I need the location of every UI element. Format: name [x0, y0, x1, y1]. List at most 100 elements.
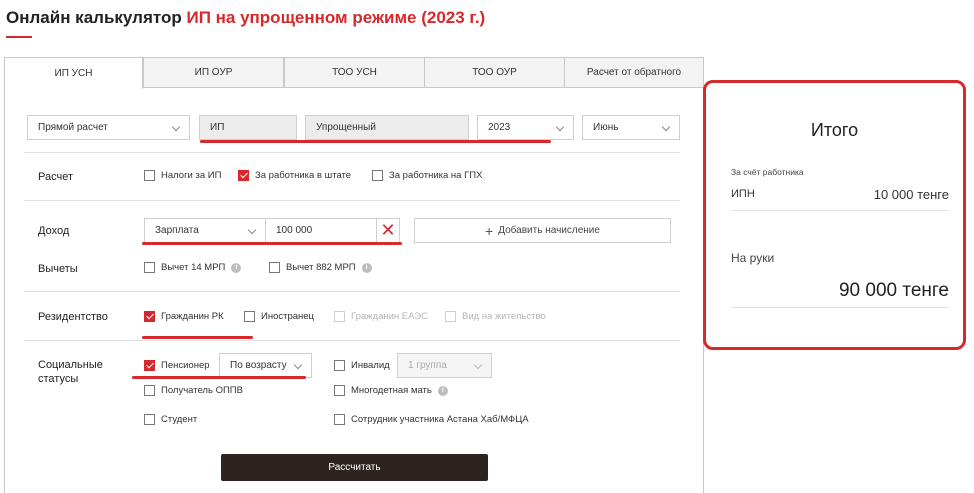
checkbox-oppv-recipient[interactable]: Получатель ОППВ — [144, 385, 243, 396]
year-value: 2023 — [488, 122, 511, 133]
deductions-label: Вычеты — [38, 263, 78, 275]
checkbox-box — [334, 360, 345, 371]
entity-value: ИП — [210, 122, 225, 133]
employee-section-label: За счёт работника — [731, 167, 804, 177]
checkbox-citizen-rk[interactable]: Гражданин РК — [144, 311, 224, 322]
checkbox-box — [445, 311, 456, 322]
checkbox-astana-hub[interactable]: Сотрудник участника Астана Хаб/МФЦА — [334, 414, 529, 425]
tab-too-usn[interactable]: ТОО УСН — [284, 57, 425, 88]
calc-type-select[interactable]: Прямой расчет — [27, 115, 190, 140]
add-accrual-button[interactable]: + Добавить начисление — [414, 218, 671, 243]
info-icon[interactable]: i — [361, 262, 372, 273]
checkbox-label: Иностранец — [261, 311, 314, 322]
income-type-value: Зарплата — [155, 225, 199, 236]
checkbox-pensioner[interactable]: Пенсионер — [144, 360, 210, 371]
section-divider — [24, 152, 680, 153]
tab-reverse-calc[interactable]: Расчет от обратного — [564, 57, 704, 88]
year-select[interactable]: 2023 — [477, 115, 574, 140]
checkbox-box — [334, 385, 345, 396]
result-panel: Итого За счёт работника ИПН 10 000 тенге… — [703, 80, 966, 350]
checkbox-box — [334, 414, 345, 425]
month-select[interactable]: Июнь — [582, 115, 680, 140]
checkbox-foreigner[interactable]: Иностранец — [244, 311, 314, 322]
checkbox-box — [144, 414, 155, 425]
pensioner-type-value: По возрасту — [230, 360, 287, 371]
checkbox-label: Вычет 882 МРП — [286, 262, 356, 273]
highlight-underline — [142, 336, 253, 339]
income-amount-value: 100 000 — [276, 225, 313, 236]
section-divider — [24, 340, 680, 341]
disability-group-select[interactable]: 1 группа — [397, 353, 492, 378]
chevron-down-icon — [473, 360, 483, 370]
chevron-down-icon — [171, 122, 181, 132]
close-icon: ✕ — [380, 220, 396, 240]
ipn-value: 10 000 тенге — [873, 187, 949, 202]
checkbox-box — [269, 262, 280, 273]
title-underline — [6, 36, 32, 38]
social-status-label: Социальные статусы — [38, 359, 103, 385]
checkbox-label: Инвалид — [351, 360, 390, 371]
checkbox-box — [144, 385, 155, 396]
chevron-down-icon — [661, 122, 671, 132]
result-divider — [731, 307, 949, 308]
section-divider — [24, 200, 680, 201]
checkbox-label: Гражданин ЕАЭС — [351, 311, 428, 322]
info-icon[interactable]: i — [231, 262, 242, 273]
info-icon[interactable]: i — [437, 385, 448, 396]
calculation-label: Расчет — [38, 171, 73, 183]
checkbox-box — [244, 311, 255, 322]
checkbox-label: Студент — [161, 414, 198, 425]
checkbox-label: За работника на ГПХ — [389, 170, 483, 181]
chevron-down-icon — [555, 122, 565, 132]
plus-icon: + — [485, 222, 494, 239]
pensioner-type-select[interactable]: По возрасту — [219, 353, 312, 378]
highlight-underline — [132, 376, 306, 379]
chevron-down-icon — [293, 360, 303, 370]
checkbox-large-family-mother[interactable]: Многодетная мать i — [334, 385, 448, 396]
checkbox-gph-employee[interactable]: За работника на ГПХ — [372, 170, 482, 181]
checkbox-box-checked — [144, 311, 155, 322]
checkbox-box — [144, 170, 155, 181]
disability-group-value: 1 группа — [408, 360, 447, 371]
result-title: Итого — [810, 120, 859, 140]
highlight-underline — [200, 140, 551, 143]
residency-label: Резидентство — [38, 311, 108, 323]
calculate-button[interactable]: Рассчитать — [221, 454, 488, 481]
highlight-underline — [142, 242, 402, 245]
page-title-highlight: ИП на упрощенном режиме (2023 г.) — [186, 8, 486, 27]
checkbox-student[interactable]: Студент — [144, 414, 197, 425]
checkbox-label: Пенсионер — [161, 360, 210, 371]
page-title-prefix: Онлайн калькулятор — [6, 8, 182, 27]
checkbox-label: Получатель ОППВ — [161, 385, 243, 396]
add-accrual-label: Добавить начисление — [498, 225, 600, 236]
checkbox-label: Сотрудник участника Астана Хаб/МФЦА — [351, 414, 529, 425]
checkbox-staff-employee[interactable]: За работника в штате — [238, 170, 351, 181]
net-pay-label: На руки — [731, 251, 775, 265]
checkbox-box-checked — [238, 170, 249, 181]
tab-ip-usn[interactable]: ИП УСН — [4, 57, 143, 89]
checkbox-label: Налоги за ИП — [161, 170, 222, 181]
checkbox-box — [372, 170, 383, 181]
checkbox-label: Вид на жительство — [462, 311, 546, 322]
checkbox-residence-permit[interactable]: Вид на жительство — [445, 311, 546, 322]
income-type-select[interactable]: Зарплата — [144, 218, 266, 243]
section-divider — [24, 291, 680, 292]
checkbox-label: За работника в штате — [255, 170, 352, 181]
income-amount-input[interactable]: 100 000 — [265, 218, 377, 243]
net-pay-value: 90 000 тенге — [838, 280, 949, 301]
tab-ip-our[interactable]: ИП ОУР — [143, 57, 284, 88]
checkbox-deduction-14[interactable]: Вычет 14 МРП i — [144, 262, 242, 273]
checkbox-label: Многодетная мать — [351, 385, 432, 396]
checkbox-taxes-ip[interactable]: Налоги за ИП — [144, 170, 221, 181]
checkbox-box — [144, 262, 155, 273]
result-divider — [731, 210, 949, 211]
remove-income-button[interactable]: ✕ — [376, 218, 400, 243]
checkbox-label: Гражданин РК — [161, 311, 224, 322]
checkbox-eaeu-citizen[interactable]: Гражданин ЕАЭС — [334, 311, 428, 322]
checkbox-disabled-person[interactable]: Инвалид — [334, 360, 390, 371]
calc-type-value: Прямой расчет — [38, 122, 108, 133]
month-value: Июнь — [593, 122, 619, 133]
tab-too-our[interactable]: ТОО ОУР — [424, 57, 565, 88]
checkbox-box — [334, 311, 345, 322]
checkbox-deduction-882[interactable]: Вычет 882 МРП i — [269, 262, 372, 273]
